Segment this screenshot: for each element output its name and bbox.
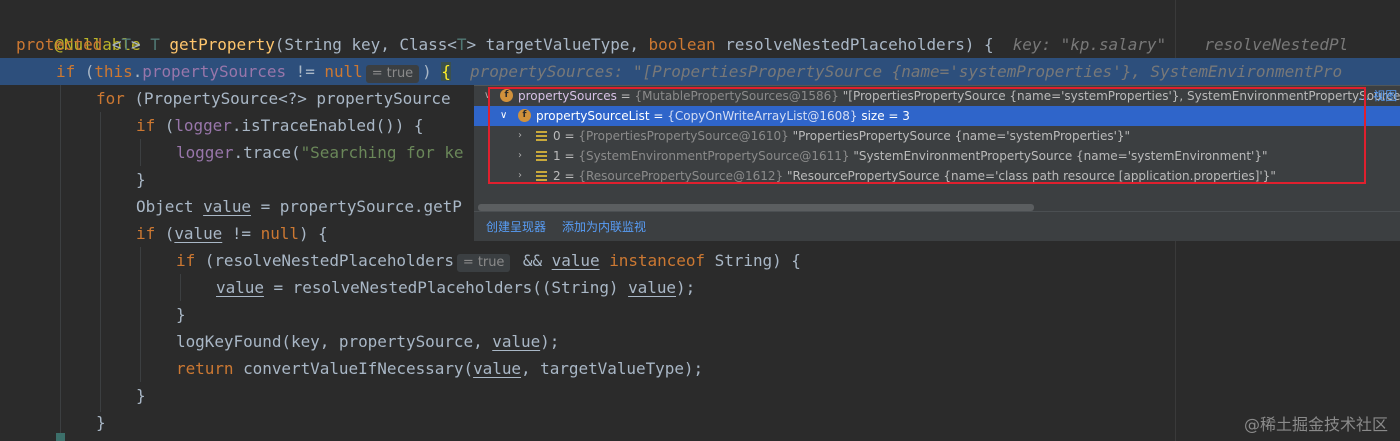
code-text: ) (422, 62, 442, 81)
code-line-10: if (resolveNestedPlaceholders = true && v… (176, 247, 801, 274)
indent-guide (180, 274, 181, 301)
popup-divider (474, 211, 1400, 212)
code-line-13: logKeyFound(key, propertySource, value); (176, 328, 559, 355)
code-text: ) { (298, 224, 328, 243)
code-text: < (102, 35, 122, 54)
indent-guide (100, 112, 101, 412)
code-line-5: if (logger.isTraceEnabled()) { (136, 112, 424, 139)
keyword: return (176, 359, 234, 378)
keyword: instanceof (609, 251, 706, 270)
code-text: > targetValueType, (466, 35, 649, 54)
create-renderer-link[interactable]: 创建呈现器 (486, 218, 546, 235)
field-ref: logger (176, 143, 234, 162)
code-text: > (131, 35, 151, 54)
code-text: ( (75, 62, 95, 81)
code-text: ( (155, 224, 175, 243)
variable-ref: value (216, 278, 264, 297)
horizontal-scrollbar[interactable] (478, 204, 1034, 211)
code-line-14: return convertValueIfNecessary(value, ta… (176, 355, 703, 382)
keyword: null (260, 224, 299, 243)
code-text: ( (155, 116, 175, 135)
type-param: T (150, 35, 160, 54)
code-text: convertValueIfNecessary( (233, 359, 474, 378)
code-text: .trace( (233, 143, 301, 162)
code-line-8: Object value = propertySource.getP (136, 193, 462, 220)
debug-inline-hint: key: "kp.salary" resolveNestedPl (993, 35, 1349, 54)
code-text: resolveNestedPlaceholders) { (715, 35, 994, 54)
inline-value-badge[interactable]: = true (456, 254, 511, 272)
add-inline-watch-link[interactable]: 添加为内联监视 (562, 218, 646, 235)
matched-brace: { (441, 62, 451, 81)
code-line-1: @Nullable (16, 4, 140, 54)
code-line-6: logger.trace("Searching for ke (176, 139, 464, 166)
indent-guide (60, 85, 61, 441)
code-line-15: } (136, 382, 146, 409)
code-text: } (176, 305, 186, 324)
highlight-box (488, 87, 1366, 184)
variable-ref: value (492, 332, 541, 351)
code-line-16: } (96, 409, 106, 436)
method-name: getProperty (169, 35, 275, 54)
indent-guide (140, 139, 141, 166)
code-text: Object (136, 197, 204, 216)
inline-value-badge[interactable]: = true (365, 65, 420, 83)
string-literal: "Searching for ke (300, 143, 464, 162)
code-text: } (136, 386, 146, 405)
code-line-9: if (value != null) { (136, 220, 328, 247)
code-text: (String key, Class< (274, 35, 457, 54)
keyword: if (56, 62, 76, 81)
code-text: ); (676, 278, 696, 297)
code-text: logKeyFound(key, propertySource, (176, 332, 493, 351)
code-line-12: } (176, 301, 186, 328)
code-text: (PropertySource<?> propertySource (124, 89, 451, 108)
code-text: } (96, 413, 106, 432)
code-text: != (222, 224, 261, 243)
variable-ref: value (551, 251, 600, 270)
code-text: && (513, 251, 552, 270)
code-text: . (132, 62, 143, 81)
code-text: != (286, 62, 325, 81)
debug-inline-hint[interactable]: propertySources: "[PropertiesPropertySou… (451, 62, 1342, 81)
keyword: if (136, 116, 156, 135)
variable-ref: value (473, 359, 521, 378)
variable-ref: value (203, 197, 252, 216)
keyword: null (324, 62, 363, 81)
watermark: @稀土掘金技术社区 (1243, 415, 1388, 434)
code-text: (resolveNestedPlaceholders (195, 251, 454, 270)
variable-ref: value (174, 224, 223, 243)
keyword: protected (16, 35, 103, 54)
keyword: if (176, 251, 196, 270)
code-line-11: value = resolveNestedPlaceholders((Strin… (216, 274, 695, 301)
field-ref: propertySources (142, 62, 287, 81)
scroll-marker (56, 433, 65, 441)
keyword: this (94, 62, 133, 81)
code-text: = propertySource.getP (251, 197, 462, 216)
keyword: boolean (648, 35, 716, 54)
keyword: if (136, 224, 156, 243)
field-ref: logger (174, 116, 232, 135)
code-line-7: } (136, 166, 146, 193)
keyword: for (96, 89, 125, 108)
variable-ref: value (628, 278, 676, 297)
indent-guide (140, 247, 141, 382)
code-text: String) { (705, 251, 801, 270)
code-line-3: if (this.propertySources != null = true) … (56, 58, 1342, 85)
code-text: ); (540, 332, 560, 351)
code-line-2: protected <T> T getProperty(String key, … (16, 31, 1348, 58)
code-text: , targetValueType); (521, 359, 704, 378)
code-text: } (136, 170, 146, 189)
code-text: = resolveNestedPlaceholders((String) (263, 278, 629, 297)
code-text: .isTraceEnabled()) { (231, 116, 424, 135)
type-param: T (121, 35, 132, 54)
code-line-4: for (PropertySource<?> propertySource (96, 85, 451, 112)
